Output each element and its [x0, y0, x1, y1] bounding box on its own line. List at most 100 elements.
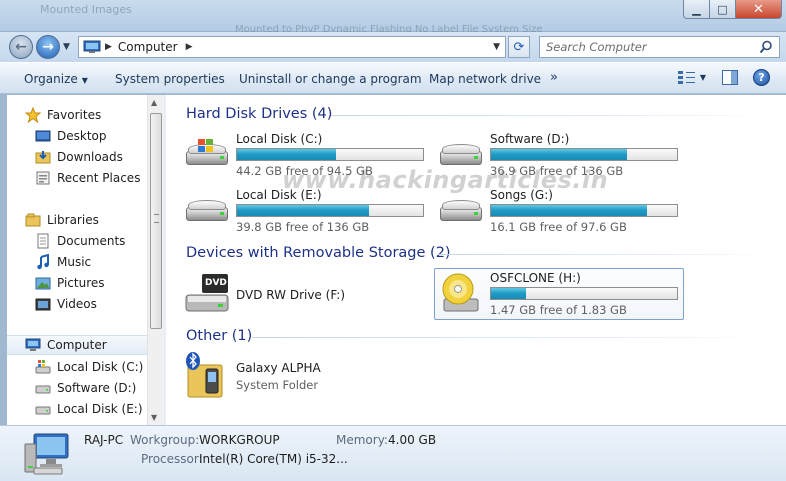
back-button[interactable]: ←: [9, 35, 33, 59]
pictures-icon: [35, 275, 51, 291]
drive-name: DVD RW Drive (F:): [236, 288, 346, 302]
workgroup-value: WORKGROUP: [199, 433, 280, 447]
drive-name: Software (D:): [490, 132, 570, 146]
libraries-icon: [25, 212, 41, 228]
computer-icon: [83, 40, 101, 54]
title-bar: Mounted Images Mounted to PhyP Dynamic F…: [0, 0, 786, 35]
sidebar-item-libraries[interactable]: Libraries: [25, 210, 164, 230]
drive-name: Songs (G:): [490, 188, 553, 202]
view-controls: ▼ ?: [677, 69, 770, 86]
recent-places-icon: [35, 170, 51, 186]
scrollbar-thumb[interactable]: [150, 113, 162, 329]
sidebar-item-downloads[interactable]: Downloads: [35, 147, 164, 167]
breadcrumb-separator-icon[interactable]: ▶: [105, 42, 112, 52]
sidebar-item-recent-places[interactable]: Recent Places: [35, 168, 164, 188]
minimize-button[interactable]: ▁: [683, 0, 710, 19]
preview-pane-icon[interactable]: [722, 70, 738, 85]
group-divider: [252, 337, 771, 338]
search-icon[interactable]: [759, 40, 773, 54]
drive-free-space: 36.9 GB free of 136 GB: [490, 164, 624, 178]
group-removable-storage[interactable]: Devices with Removable Storage (2): [186, 245, 451, 261]
hard-drive-icon: [438, 200, 484, 224]
search-input[interactable]: [546, 40, 756, 54]
change-view-icon[interactable]: [677, 70, 696, 86]
sidebar-item-software-d[interactable]: Software (D:): [35, 378, 164, 398]
dvd-badge: DVD: [205, 278, 227, 288]
drive-free-space: 39.8 GB free of 136 GB: [236, 220, 370, 234]
forward-button[interactable]: →: [36, 35, 60, 59]
computer-icon: [25, 337, 41, 353]
drive-usage-bar: [236, 148, 424, 161]
address-history-dropdown[interactable]: ▼: [493, 42, 500, 52]
sidebar-item-documents[interactable]: Documents: [35, 231, 164, 251]
search-box: [539, 36, 780, 58]
item-name: Galaxy ALPHA: [236, 361, 321, 375]
drive-dvd-rw-f[interactable]: DVD DVD RW Drive (F:): [184, 271, 424, 315]
workgroup-label: Workgroup:: [130, 433, 200, 447]
view-options-dropdown[interactable]: ▼: [700, 73, 706, 82]
sidebar-item-music[interactable]: Music: [35, 252, 164, 272]
removable-disk-icon: [438, 271, 484, 315]
maximize-button[interactable]: □: [710, 0, 736, 19]
memory-value: 4.00 GB: [388, 433, 437, 447]
sidebar-item-local-disk-e[interactable]: Local Disk (E:): [35, 399, 164, 419]
sidebar-item-desktop[interactable]: Desktop: [35, 126, 164, 146]
drive-local-disk-e[interactable]: Local Disk (E:) 39.8 GB free of 136 GB: [184, 188, 424, 234]
dvd-drive-icon: DVD: [184, 271, 230, 315]
windows-drive-icon: [184, 139, 230, 168]
sidebar-item-favorites[interactable]: Favorites: [24, 105, 164, 125]
group-other[interactable]: Other (1): [186, 328, 252, 344]
hard-drive-icon: [35, 380, 51, 396]
memory-label: Memory:: [336, 433, 388, 447]
music-icon: [35, 253, 51, 270]
drive-free-space: 1.47 GB free of 1.83 GB: [490, 303, 627, 317]
group-hard-disk-drives[interactable]: Hard Disk Drives (4): [186, 106, 332, 122]
navigation-scrollbar[interactable]: ▲ ▼: [147, 95, 164, 425]
desktop-icon: [35, 128, 51, 144]
processor-value: Intel(R) Core(TM) i5-32...: [199, 452, 348, 466]
scroll-up-icon[interactable]: ▲: [151, 98, 157, 107]
windows-drive-icon: [35, 359, 51, 375]
navigation-pane: Favorites Desktop Downloads Recent Place…: [7, 95, 164, 425]
background-window-title: Mounted Images: [40, 3, 132, 16]
group-divider: [438, 254, 771, 255]
item-galaxy-alpha[interactable]: Galaxy ALPHA System Folder: [184, 351, 424, 399]
breadcrumb-computer[interactable]: Computer: [118, 40, 178, 54]
scroll-down-icon[interactable]: ▼: [151, 413, 157, 422]
drive-usage-bar: [490, 148, 678, 161]
drive-name: OSFCLONE (H:): [490, 271, 581, 285]
group-divider: [331, 115, 771, 116]
navigation-bar: ← → ▼ ▶ Computer ▶ ▼ ⟳: [0, 32, 786, 62]
sidebar-item-videos[interactable]: Videos: [35, 294, 164, 314]
close-button[interactable]: ✕: [736, 0, 782, 19]
details-pane: RAJ-PC Workgroup: WORKGROUP Memory: 4.00…: [0, 425, 786, 481]
hard-drive-icon: [35, 401, 51, 417]
star-icon: [24, 106, 42, 124]
map-network-drive-button[interactable]: Map network drive: [429, 72, 541, 86]
refresh-button[interactable]: ⟳: [508, 36, 530, 58]
item-type: System Folder: [236, 378, 319, 392]
system-properties-button[interactable]: System properties: [115, 72, 225, 86]
drive-software-d[interactable]: Software (D:) 36.9 GB free of 136 GB: [438, 132, 678, 178]
breadcrumb-chevron-icon[interactable]: ▶: [186, 42, 193, 52]
computer-icon: [24, 432, 70, 476]
address-bar[interactable]: ▶ Computer ▶ ▼: [78, 36, 506, 58]
uninstall-program-button[interactable]: Uninstall or change a program: [239, 72, 422, 86]
sidebar-item-local-disk-c[interactable]: Local Disk (C:): [35, 357, 164, 377]
drive-osfclone-h[interactable]: OSFCLONE (H:) 1.47 GB free of 1.83 GB: [438, 271, 678, 317]
command-bar: Organize ▼ System properties Uninstall or…: [0, 62, 786, 94]
more-commands-button[interactable]: »: [550, 70, 558, 85]
drive-usage-bar: [236, 204, 424, 217]
help-icon[interactable]: ?: [753, 69, 770, 86]
drive-usage-bar: [490, 287, 678, 300]
sidebar-item-pictures[interactable]: Pictures: [35, 273, 164, 293]
recent-pages-dropdown[interactable]: ▼: [63, 42, 70, 52]
sidebar-item-computer[interactable]: Computer: [7, 335, 147, 355]
drive-name: Local Disk (E:): [236, 188, 322, 202]
pc-name: RAJ-PC: [84, 433, 124, 447]
drive-songs-g[interactable]: Songs (G:) 16.1 GB free of 97.6 GB: [438, 188, 678, 234]
organize-menu[interactable]: Organize ▼: [24, 72, 88, 86]
drive-usage-bar: [490, 204, 678, 217]
bluetooth-phone-folder-icon: [184, 351, 230, 399]
drive-local-disk-c[interactable]: Local Disk (C:) 44.2 GB free of 94.5 GB: [184, 132, 424, 178]
